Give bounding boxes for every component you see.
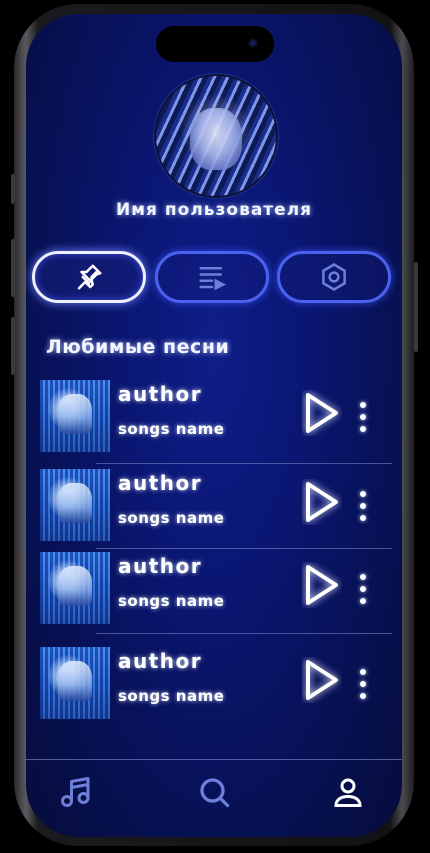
song-item[interactable]: author songs name xyxy=(40,469,390,543)
user-icon xyxy=(334,778,362,807)
username: Имя пользователя xyxy=(115,200,313,220)
play-icon[interactable] xyxy=(302,479,342,525)
song-name: songs name xyxy=(118,509,225,527)
action-button xyxy=(11,174,15,204)
more-icon[interactable] xyxy=(358,402,368,438)
song-item[interactable]: author songs name xyxy=(40,552,390,626)
album-cover xyxy=(40,469,110,541)
more-icon[interactable] xyxy=(358,669,368,705)
favorites-title: Любимые песни xyxy=(46,336,230,358)
volume-down-button xyxy=(11,317,15,375)
divider xyxy=(96,548,392,549)
play-icon[interactable] xyxy=(302,657,342,703)
more-icon[interactable] xyxy=(358,491,368,527)
app-screen: Имя пользователя Любимые песни author so… xyxy=(26,14,402,837)
album-cover xyxy=(40,647,110,719)
play-icon[interactable] xyxy=(302,390,342,436)
playlist-icon xyxy=(199,267,227,291)
volume-up-button xyxy=(11,239,15,297)
power-button xyxy=(414,262,418,352)
pin-icon xyxy=(77,264,102,290)
music-note-icon xyxy=(61,777,90,807)
song-name: songs name xyxy=(118,687,225,705)
more-icon[interactable] xyxy=(358,574,368,610)
profile-tabs xyxy=(32,251,396,307)
tab-settings[interactable] xyxy=(277,251,391,303)
tab-pinned[interactable] xyxy=(32,251,146,303)
settings-icon xyxy=(322,263,346,291)
dynamic-island xyxy=(156,26,274,62)
song-name: songs name xyxy=(118,420,225,438)
album-cover xyxy=(40,552,110,624)
nav-profile[interactable] xyxy=(330,774,366,810)
divider xyxy=(96,463,392,464)
avatar[interactable] xyxy=(154,74,278,198)
song-author: author xyxy=(118,554,203,578)
nav-search[interactable] xyxy=(196,774,232,810)
divider xyxy=(96,633,392,634)
search-icon xyxy=(200,778,230,808)
song-item[interactable]: author songs name xyxy=(40,647,390,721)
song-name: songs name xyxy=(118,592,225,610)
song-author: author xyxy=(118,471,203,495)
tab-playlists[interactable] xyxy=(155,251,269,303)
avatar-image xyxy=(190,108,242,170)
song-author: author xyxy=(118,649,203,673)
song-author: author xyxy=(118,382,203,406)
play-icon[interactable] xyxy=(302,562,342,608)
album-cover xyxy=(40,380,110,452)
bottom-navbar xyxy=(26,760,402,837)
song-item[interactable]: author songs name xyxy=(40,380,390,454)
nav-music[interactable] xyxy=(58,774,94,810)
